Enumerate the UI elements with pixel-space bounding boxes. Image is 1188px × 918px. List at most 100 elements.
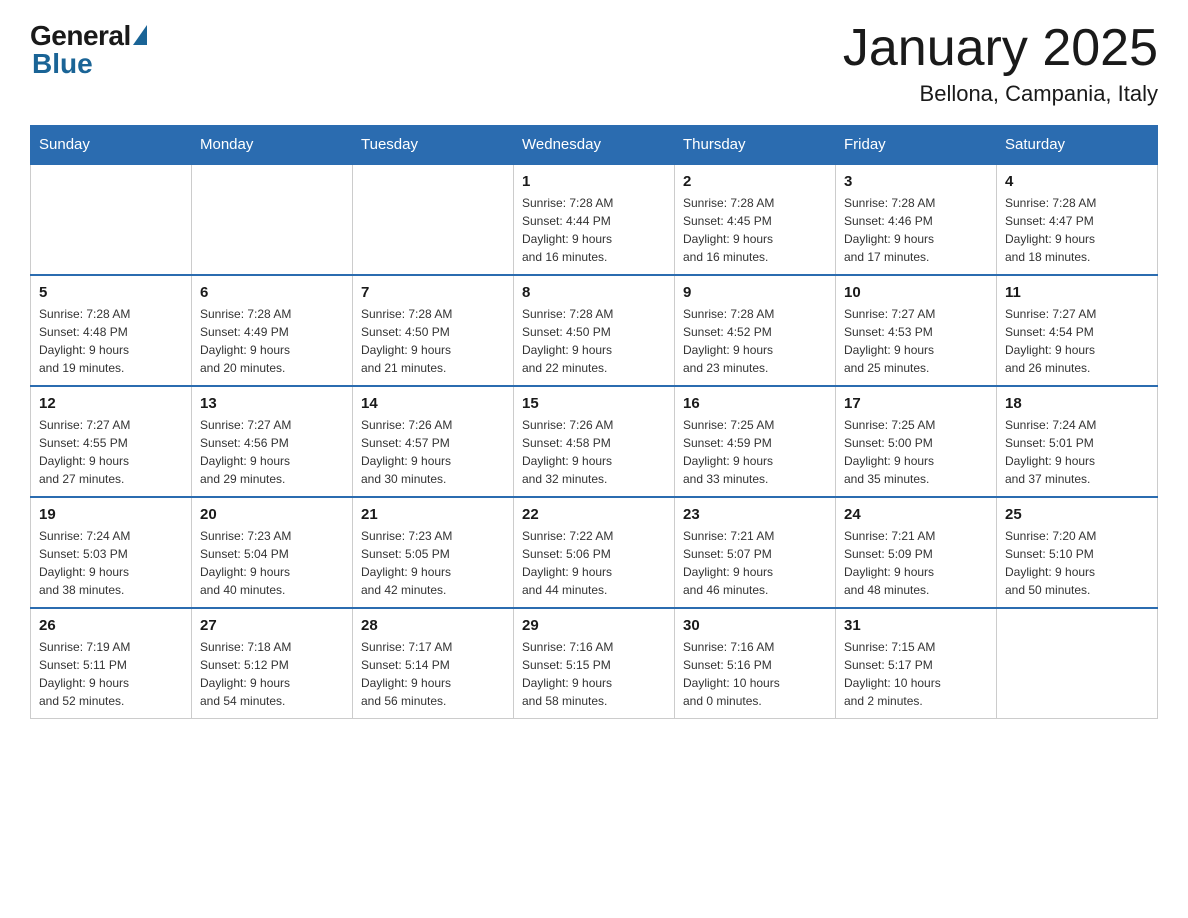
week-row-5: 26 Sunrise: 7:19 AM Sunset: 5:11 PM Dayli… xyxy=(31,608,1158,719)
day-number: 25 xyxy=(1005,506,1149,523)
day-info: Sunrise: 7:28 AM Sunset: 4:48 PM Dayligh… xyxy=(39,305,183,377)
day-number: 31 xyxy=(844,617,988,634)
day-number: 15 xyxy=(522,395,666,412)
day-number: 2 xyxy=(683,173,827,190)
table-row: 12 Sunrise: 7:27 AM Sunset: 4:55 PM Dayli… xyxy=(31,386,192,497)
day-number: 7 xyxy=(361,284,505,301)
calendar-table: SundayMondayTuesdayWednesdayThursdayFrid… xyxy=(30,125,1158,719)
day-info: Sunrise: 7:21 AM Sunset: 5:09 PM Dayligh… xyxy=(844,527,988,599)
page-header: General Blue January 2025 Bellona, Campa… xyxy=(30,20,1158,107)
logo-triangle-icon xyxy=(133,25,147,45)
day-info: Sunrise: 7:27 AM Sunset: 4:55 PM Dayligh… xyxy=(39,416,183,488)
day-info: Sunrise: 7:20 AM Sunset: 5:10 PM Dayligh… xyxy=(1005,527,1149,599)
header-sunday: Sunday xyxy=(31,126,192,165)
day-info: Sunrise: 7:16 AM Sunset: 5:16 PM Dayligh… xyxy=(683,638,827,710)
day-number: 9 xyxy=(683,284,827,301)
table-row: 28 Sunrise: 7:17 AM Sunset: 5:14 PM Dayli… xyxy=(353,608,514,719)
day-number: 20 xyxy=(200,506,344,523)
table-row xyxy=(997,608,1158,719)
day-info: Sunrise: 7:28 AM Sunset: 4:50 PM Dayligh… xyxy=(361,305,505,377)
day-info: Sunrise: 7:28 AM Sunset: 4:52 PM Dayligh… xyxy=(683,305,827,377)
logo: General Blue xyxy=(30,20,147,80)
day-number: 17 xyxy=(844,395,988,412)
header-thursday: Thursday xyxy=(675,126,836,165)
calendar-subtitle: Bellona, Campania, Italy xyxy=(843,81,1158,107)
table-row: 18 Sunrise: 7:24 AM Sunset: 5:01 PM Dayli… xyxy=(997,386,1158,497)
header-friday: Friday xyxy=(836,126,997,165)
header-monday: Monday xyxy=(192,126,353,165)
table-row: 2 Sunrise: 7:28 AM Sunset: 4:45 PM Daylig… xyxy=(675,164,836,275)
calendar-header-row: SundayMondayTuesdayWednesdayThursdayFrid… xyxy=(31,126,1158,165)
table-row: 1Sunrise: 7:28 AM Sunset: 4:44 PM Daylig… xyxy=(514,164,675,275)
table-row: 13 Sunrise: 7:27 AM Sunset: 4:56 PM Dayli… xyxy=(192,386,353,497)
day-number: 26 xyxy=(39,617,183,634)
day-number: 21 xyxy=(361,506,505,523)
table-row: 22 Sunrise: 7:22 AM Sunset: 5:06 PM Dayli… xyxy=(514,497,675,608)
week-row-3: 12 Sunrise: 7:27 AM Sunset: 4:55 PM Dayli… xyxy=(31,386,1158,497)
day-info: Sunrise: 7:21 AM Sunset: 5:07 PM Dayligh… xyxy=(683,527,827,599)
day-info: Sunrise: 7:28 AM Sunset: 4:47 PM Dayligh… xyxy=(1005,194,1149,266)
calendar-title: January 2025 xyxy=(843,20,1158,77)
day-info: Sunrise: 7:25 AM Sunset: 5:00 PM Dayligh… xyxy=(844,416,988,488)
day-info: Sunrise: 7:24 AM Sunset: 5:03 PM Dayligh… xyxy=(39,527,183,599)
day-info: Sunrise: 7:28 AM Sunset: 4:49 PM Dayligh… xyxy=(200,305,344,377)
logo-blue-text: Blue xyxy=(32,48,93,80)
day-info: Sunrise: 7:28 AM Sunset: 4:45 PM Dayligh… xyxy=(683,194,827,266)
table-row: 27 Sunrise: 7:18 AM Sunset: 5:12 PM Dayli… xyxy=(192,608,353,719)
table-row: 21Sunrise: 7:23 AM Sunset: 5:05 PM Dayli… xyxy=(353,497,514,608)
table-row: 7 Sunrise: 7:28 AM Sunset: 4:50 PM Daylig… xyxy=(353,275,514,386)
day-number: 23 xyxy=(683,506,827,523)
day-info: Sunrise: 7:15 AM Sunset: 5:17 PM Dayligh… xyxy=(844,638,988,710)
day-info: Sunrise: 7:24 AM Sunset: 5:01 PM Dayligh… xyxy=(1005,416,1149,488)
day-number: 5 xyxy=(39,284,183,301)
table-row: 3Sunrise: 7:28 AM Sunset: 4:46 PM Daylig… xyxy=(836,164,997,275)
table-row: 17 Sunrise: 7:25 AM Sunset: 5:00 PM Dayli… xyxy=(836,386,997,497)
day-number: 14 xyxy=(361,395,505,412)
day-info: Sunrise: 7:23 AM Sunset: 5:04 PM Dayligh… xyxy=(200,527,344,599)
day-info: Sunrise: 7:19 AM Sunset: 5:11 PM Dayligh… xyxy=(39,638,183,710)
day-info: Sunrise: 7:16 AM Sunset: 5:15 PM Dayligh… xyxy=(522,638,666,710)
day-info: Sunrise: 7:26 AM Sunset: 4:57 PM Dayligh… xyxy=(361,416,505,488)
week-row-2: 5 Sunrise: 7:28 AM Sunset: 4:48 PM Daylig… xyxy=(31,275,1158,386)
day-number: 28 xyxy=(361,617,505,634)
day-info: Sunrise: 7:27 AM Sunset: 4:54 PM Dayligh… xyxy=(1005,305,1149,377)
table-row: 9 Sunrise: 7:28 AM Sunset: 4:52 PM Daylig… xyxy=(675,275,836,386)
table-row: 31 Sunrise: 7:15 AM Sunset: 5:17 PM Dayli… xyxy=(836,608,997,719)
day-number: 30 xyxy=(683,617,827,634)
day-number: 6 xyxy=(200,284,344,301)
table-row: 29 Sunrise: 7:16 AM Sunset: 5:15 PM Dayli… xyxy=(514,608,675,719)
day-info: Sunrise: 7:18 AM Sunset: 5:12 PM Dayligh… xyxy=(200,638,344,710)
table-row: 10Sunrise: 7:27 AM Sunset: 4:53 PM Dayli… xyxy=(836,275,997,386)
header-wednesday: Wednesday xyxy=(514,126,675,165)
week-row-4: 19Sunrise: 7:24 AM Sunset: 5:03 PM Dayli… xyxy=(31,497,1158,608)
day-number: 3 xyxy=(844,173,988,190)
day-info: Sunrise: 7:25 AM Sunset: 4:59 PM Dayligh… xyxy=(683,416,827,488)
day-info: Sunrise: 7:27 AM Sunset: 4:56 PM Dayligh… xyxy=(200,416,344,488)
day-info: Sunrise: 7:22 AM Sunset: 5:06 PM Dayligh… xyxy=(522,527,666,599)
header-saturday: Saturday xyxy=(997,126,1158,165)
day-number: 12 xyxy=(39,395,183,412)
table-row: 24Sunrise: 7:21 AM Sunset: 5:09 PM Dayli… xyxy=(836,497,997,608)
table-row: 6 Sunrise: 7:28 AM Sunset: 4:49 PM Daylig… xyxy=(192,275,353,386)
table-row: 8 Sunrise: 7:28 AM Sunset: 4:50 PM Daylig… xyxy=(514,275,675,386)
table-row: 16 Sunrise: 7:25 AM Sunset: 4:59 PM Dayli… xyxy=(675,386,836,497)
table-row: 19Sunrise: 7:24 AM Sunset: 5:03 PM Dayli… xyxy=(31,497,192,608)
day-number: 27 xyxy=(200,617,344,634)
day-number: 16 xyxy=(683,395,827,412)
day-number: 22 xyxy=(522,506,666,523)
day-info: Sunrise: 7:28 AM Sunset: 4:50 PM Dayligh… xyxy=(522,305,666,377)
day-info: Sunrise: 7:17 AM Sunset: 5:14 PM Dayligh… xyxy=(361,638,505,710)
day-number: 8 xyxy=(522,284,666,301)
day-number: 11 xyxy=(1005,284,1149,301)
day-info: Sunrise: 7:28 AM Sunset: 4:44 PM Dayligh… xyxy=(522,194,666,266)
table-row xyxy=(31,164,192,275)
day-number: 18 xyxy=(1005,395,1149,412)
table-row: 20 Sunrise: 7:23 AM Sunset: 5:04 PM Dayli… xyxy=(192,497,353,608)
table-row xyxy=(192,164,353,275)
day-number: 29 xyxy=(522,617,666,634)
table-row: 11 Sunrise: 7:27 AM Sunset: 4:54 PM Dayli… xyxy=(997,275,1158,386)
day-info: Sunrise: 7:26 AM Sunset: 4:58 PM Dayligh… xyxy=(522,416,666,488)
table-row: 30 Sunrise: 7:16 AM Sunset: 5:16 PM Dayli… xyxy=(675,608,836,719)
header-tuesday: Tuesday xyxy=(353,126,514,165)
day-number: 13 xyxy=(200,395,344,412)
